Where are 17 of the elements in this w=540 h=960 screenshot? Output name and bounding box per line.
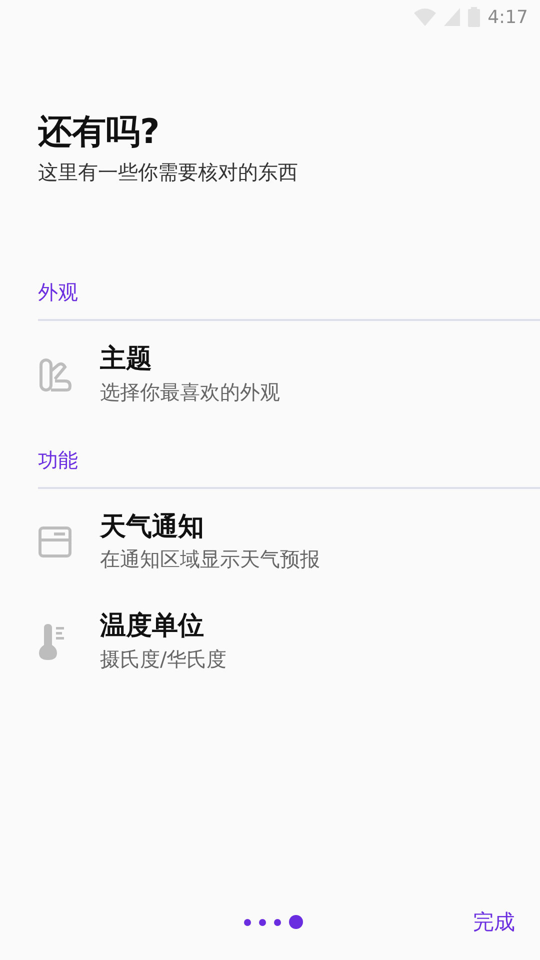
setting-description: 摄氏度/华氏度 (100, 646, 227, 674)
section-header: 外观 (38, 278, 79, 306)
setting-title: 温度单位 (100, 610, 205, 644)
window-icon (38, 525, 72, 560)
signal-icon (444, 8, 460, 26)
setting-description: 选择你最喜欢的外观 (100, 378, 280, 406)
setting-title: 天气通知 (100, 510, 205, 544)
page-title: 还有吗? (38, 112, 161, 153)
wifi-icon (414, 8, 436, 26)
done-button[interactable]: 完成 (473, 906, 515, 938)
page-subtitle: 这里有一些你需要核对的东西 (38, 158, 299, 186)
setting-description: 在通知区域显示天气预报 (100, 546, 320, 574)
battery-icon (468, 7, 480, 27)
section-header: 功能 (38, 446, 79, 474)
status-time: 4:17 (488, 6, 528, 30)
setting-title: 主题 (100, 342, 153, 376)
palette-icon (38, 356, 72, 393)
